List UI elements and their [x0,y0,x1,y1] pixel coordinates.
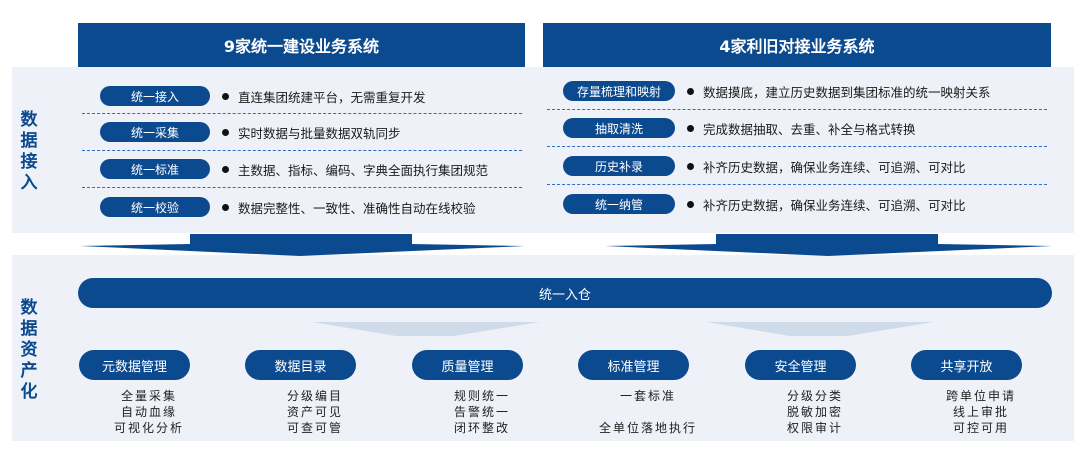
left-light-arrow-icon [312,322,540,336]
capability-detail: 规则统一 告警统一 闭环整改 [453,389,510,435]
capability-detail: 分级编目 资产可见 可查可管 [286,389,343,435]
capability-data-catalog: 数据目录 [245,350,356,380]
right-light-arrow-icon [706,322,934,336]
capability-metadata-management: 元数据管理 [79,350,190,380]
capability-detail: 全量采集 自动血缘 可视化分析 [113,389,184,435]
capability-standard-management: 标准管理 [578,350,689,380]
capability-detail: 分级分类 脱敏加密 权限审计 [786,389,843,435]
capability-sharing-openness: 共享开放 [911,350,1022,380]
capability-quality-management: 质量管理 [412,350,523,380]
unified-warehouse-bar: 统一入仓 [78,278,1052,308]
capability-security-management: 安全管理 [745,350,856,380]
right-down-arrow-icon [605,234,1052,256]
capability-detail: 跨单位申请 线上审批 可控可用 [945,389,1016,435]
capability-detail: 一套标准 全单位落地执行 [598,389,697,435]
left-down-arrow-icon [80,234,525,256]
